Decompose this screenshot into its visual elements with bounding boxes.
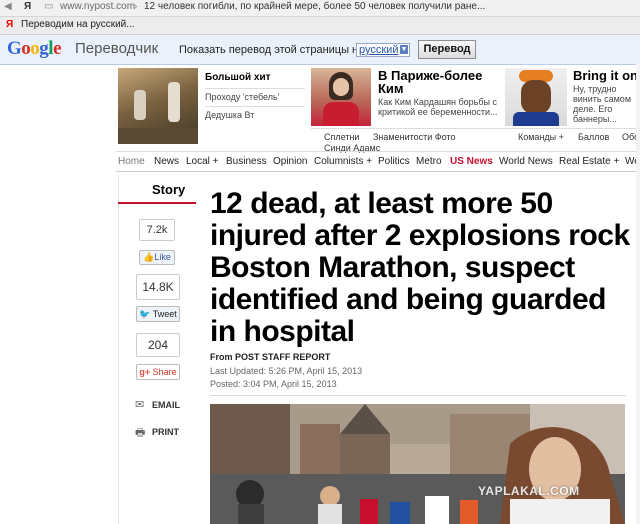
sub-link-scores[interactable]: Баллов — [578, 132, 609, 142]
translate-bar: Google Переводчик Показать перевод этой … — [0, 35, 640, 65]
translate-button[interactable]: Перевод — [418, 40, 476, 59]
sub-link-teams[interactable]: Команды + — [518, 132, 564, 142]
thumbs-up-icon: 👍 — [143, 252, 155, 262]
twitter-bird-icon: 🐦 — [139, 309, 151, 319]
baseball-photo[interactable] — [118, 68, 198, 144]
promo-middle-text: Как Ким Кардашян борьбы с критикой ее бе… — [378, 97, 498, 117]
page-icon: ▭ — [44, 1, 54, 12]
like-button[interactable]: 👍Like — [139, 250, 175, 265]
nav-item-us-news[interactable]: US News — [450, 156, 493, 167]
last-updated: Last Updated: 5:26 PM, April 15, 2013 — [210, 366, 363, 376]
yandex-icon: Я — [24, 1, 32, 12]
article-headline: 12 dead, at least more 50 injured after … — [210, 187, 630, 348]
share-label: Share — [152, 367, 177, 377]
main-nav: Home News Local + Business Opinion Colum… — [116, 151, 640, 172]
translation-status-bar: Я Переводим на русский... — [0, 17, 640, 35]
print-label[interactable]: PRINT — [152, 427, 179, 437]
email-label[interactable]: EMAIL — [152, 400, 180, 410]
chevron-down-icon: ▼ — [400, 45, 408, 54]
nav-item-metro[interactable]: Metro — [416, 156, 442, 167]
nav-item-opinion[interactable]: Opinion — [273, 156, 307, 167]
nav-item-news[interactable]: News — [154, 156, 179, 167]
posted-date: Posted: 3:04 PM, April 15, 2013 — [210, 379, 337, 389]
like-label: Like — [154, 252, 171, 262]
promo-middle-title[interactable]: В Париже-более Ким — [378, 69, 502, 95]
address-bar[interactable]: ◀ Я ▭ www.nypost.com › 12 человек погибл… — [0, 0, 640, 17]
language-value: русский — [359, 44, 399, 56]
sub-link-gossip[interactable]: Сплетни — [324, 132, 359, 142]
athlete-photo[interactable] — [505, 68, 567, 126]
page-title: 12 человек погибли, по крайней мере, бол… — [144, 1, 486, 12]
nav-item-politics[interactable]: Politics — [378, 156, 410, 167]
yandex-logo-icon: Я — [6, 19, 14, 30]
celebrity-photo[interactable] — [311, 68, 371, 126]
story-underline — [118, 202, 196, 204]
nav-item-world-news[interactable]: World News — [499, 156, 553, 167]
promo-link-2[interactable]: Проходу 'стебель' — [205, 92, 279, 102]
translate-prompt: Показать перевод этой страницы на — [179, 44, 365, 56]
nav-item-columnists[interactable]: Columnists + — [314, 156, 372, 167]
promo-right-title[interactable]: Bring it on — [573, 69, 640, 82]
back-arrow-icon[interactable]: ◀ — [4, 1, 12, 12]
promo-link-1[interactable]: Большой хит — [205, 72, 271, 83]
sub-link-celebrity-photos[interactable]: Знаменитости Фото — [373, 132, 455, 142]
byline: From POST STAFF REPORT — [210, 352, 331, 362]
like-count: 7.2k — [139, 219, 175, 241]
tweet-count: 14.8K — [136, 274, 180, 300]
email-icon[interactable]: ✉ — [135, 398, 144, 411]
nav-item-local[interactable]: Local + — [186, 156, 219, 167]
story-label: Story — [152, 182, 186, 197]
translate-logo-text: Переводчик — [75, 40, 159, 57]
article-photo[interactable] — [210, 404, 625, 524]
nav-item-home[interactable]: Home — [118, 156, 145, 167]
google-logo: Google — [7, 38, 61, 59]
url-text[interactable]: www.nypost.com — [60, 1, 135, 12]
printer-icon[interactable]: 🖶 — [135, 424, 145, 443]
tweet-label: Tweet — [152, 309, 177, 319]
promo-link-3[interactable]: Дедушка Вт — [205, 110, 254, 120]
gplus-share-button[interactable]: g+ Share — [136, 364, 180, 380]
nav-item-real-estate[interactable]: Real Estate + — [559, 156, 619, 167]
watermark: YAPLAKAL.COM — [478, 484, 580, 498]
marathon-photo-illustration — [210, 404, 625, 524]
separator-icon: › — [134, 1, 138, 12]
promo-right-text: Ну, трудно винить самом деле. Его баннер… — [573, 84, 632, 124]
google-plus-icon: g+ — [139, 367, 151, 377]
share-count: 204 — [136, 333, 180, 357]
page-edge — [636, 64, 640, 524]
tweet-button[interactable]: 🐦 Tweet — [136, 306, 180, 322]
nav-item-business[interactable]: Business — [226, 156, 267, 167]
translation-notice: Переводим на русский... — [21, 19, 135, 30]
language-select[interactable]: русский ▼ — [356, 43, 410, 57]
